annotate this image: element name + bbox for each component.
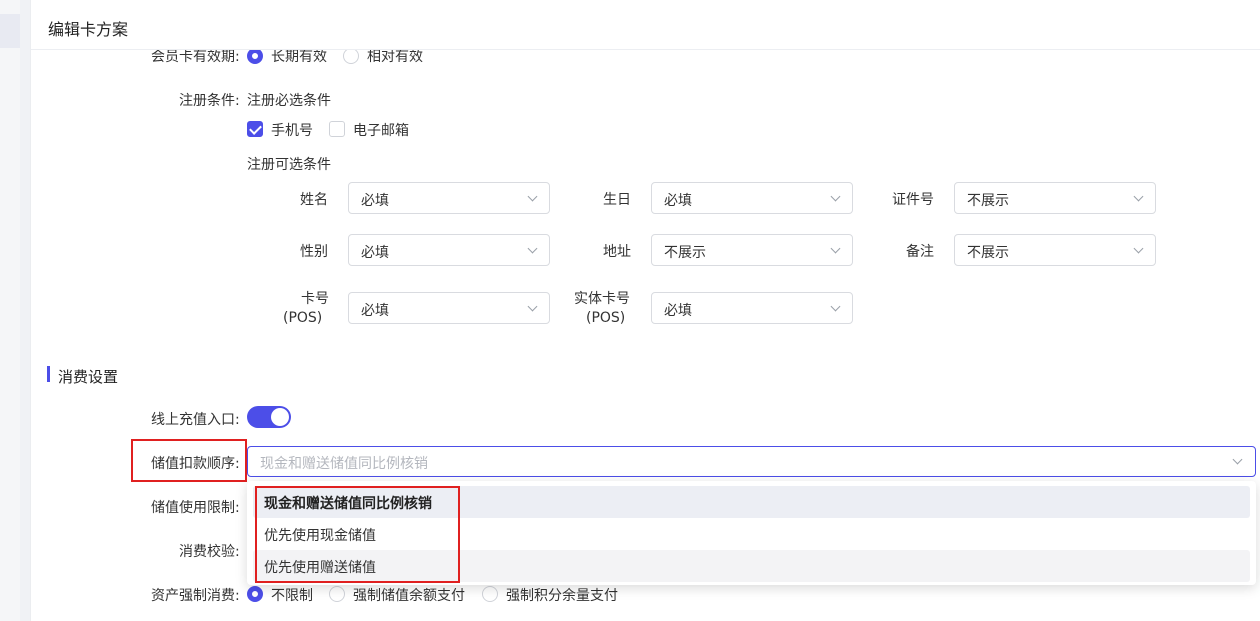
consume-verify-label: 消费校验: [179, 544, 240, 560]
section-title-consume: 消费设置 [58, 368, 119, 386]
left-nav-strip [0, 0, 20, 621]
field-gender-select[interactable]: 必填 [348, 234, 550, 266]
field-birthday-value: 必填 [664, 193, 692, 209]
deduct-order-select[interactable]: 现金和赠送储值同比例核销 [247, 446, 1256, 477]
annotation-box-label [131, 439, 247, 482]
chevron-down-icon [830, 243, 841, 254]
force-consume-label: 资产强制消费: [151, 588, 240, 604]
checkbox-email-label: 电子邮箱 [353, 123, 409, 139]
field-address-select[interactable]: 不展示 [651, 234, 853, 266]
field-birthday-label: 生日 [603, 192, 631, 208]
checkbox-email[interactable] [329, 121, 345, 137]
field-address-label: 地址 [603, 244, 631, 260]
checkbox-phone-label: 手机号 [271, 123, 313, 139]
checkbox-phone[interactable] [247, 121, 263, 137]
field-address-value: 不展示 [664, 245, 706, 261]
radio-no-limit[interactable] [247, 586, 263, 602]
register-label: 注册条件: [179, 93, 240, 109]
field-idcard-label: 证件号 [892, 192, 934, 208]
deduct-order-placeholder: 现金和赠送储值同比例核销 [260, 456, 428, 472]
chevron-down-icon [527, 191, 538, 202]
chevron-down-icon [1133, 191, 1144, 202]
edit-card-panel: 编辑卡方案 会员卡有效期: 长期有效 相对有效 注册条件: 注册必选条件 手机号… [30, 0, 1260, 621]
register-optional-title: 注册可选条件 [247, 157, 331, 173]
recharge-label: 线上充值入口: [151, 412, 240, 428]
radio-force-balance[interactable] [329, 586, 345, 602]
field-idcard-select[interactable]: 不展示 [954, 182, 1156, 214]
radio-relative[interactable] [343, 48, 359, 64]
radio-force-balance-label: 强制储值余额支付 [353, 588, 465, 604]
chevron-down-icon [1133, 243, 1144, 254]
chevron-down-icon [830, 191, 841, 202]
field-remark-label: 备注 [906, 244, 934, 260]
page-title: 编辑卡方案 [48, 20, 129, 39]
annotation-box-options [255, 486, 460, 583]
toggle-knob [271, 408, 289, 426]
field-name-value: 必填 [361, 193, 389, 209]
field-physical-cardno-sublabel: (POS) [586, 310, 626, 326]
field-name-label: 姓名 [300, 192, 328, 208]
chevron-down-icon [527, 243, 538, 254]
field-cardno-label: 卡号 [301, 291, 329, 307]
register-required-title: 注册必选条件 [247, 93, 331, 109]
field-gender-value: 必填 [361, 245, 389, 261]
radio-force-points[interactable] [482, 586, 498, 602]
field-gender-label: 性别 [300, 244, 328, 260]
radio-long-term[interactable] [247, 48, 263, 64]
field-birthday-select[interactable]: 必填 [651, 182, 853, 214]
field-physical-cardno-select[interactable]: 必填 [651, 292, 853, 324]
section-accent-bar [47, 366, 50, 382]
left-nav-active-item[interactable] [0, 14, 20, 48]
field-cardno-sublabel: (POS) [283, 310, 323, 326]
field-name-select[interactable]: 必填 [348, 182, 550, 214]
field-cardno-value: 必填 [361, 303, 389, 319]
panel-header: 编辑卡方案 [31, 0, 1260, 50]
radio-force-points-label: 强制积分余量支付 [506, 588, 618, 604]
field-physical-cardno-value: 必填 [664, 303, 692, 319]
field-physical-cardno-label: 实体卡号 [574, 291, 630, 307]
field-idcard-value: 不展示 [967, 193, 1009, 209]
chevron-down-icon [1232, 454, 1243, 465]
recharge-toggle[interactable] [247, 406, 291, 428]
usage-limit-label: 储值使用限制: [151, 500, 240, 516]
chevron-down-icon [527, 301, 538, 312]
field-cardno-select[interactable]: 必填 [348, 292, 550, 324]
chevron-down-icon [830, 301, 841, 312]
field-remark-select[interactable]: 不展示 [954, 234, 1156, 266]
radio-no-limit-label: 不限制 [271, 588, 313, 604]
field-remark-value: 不展示 [967, 245, 1009, 261]
